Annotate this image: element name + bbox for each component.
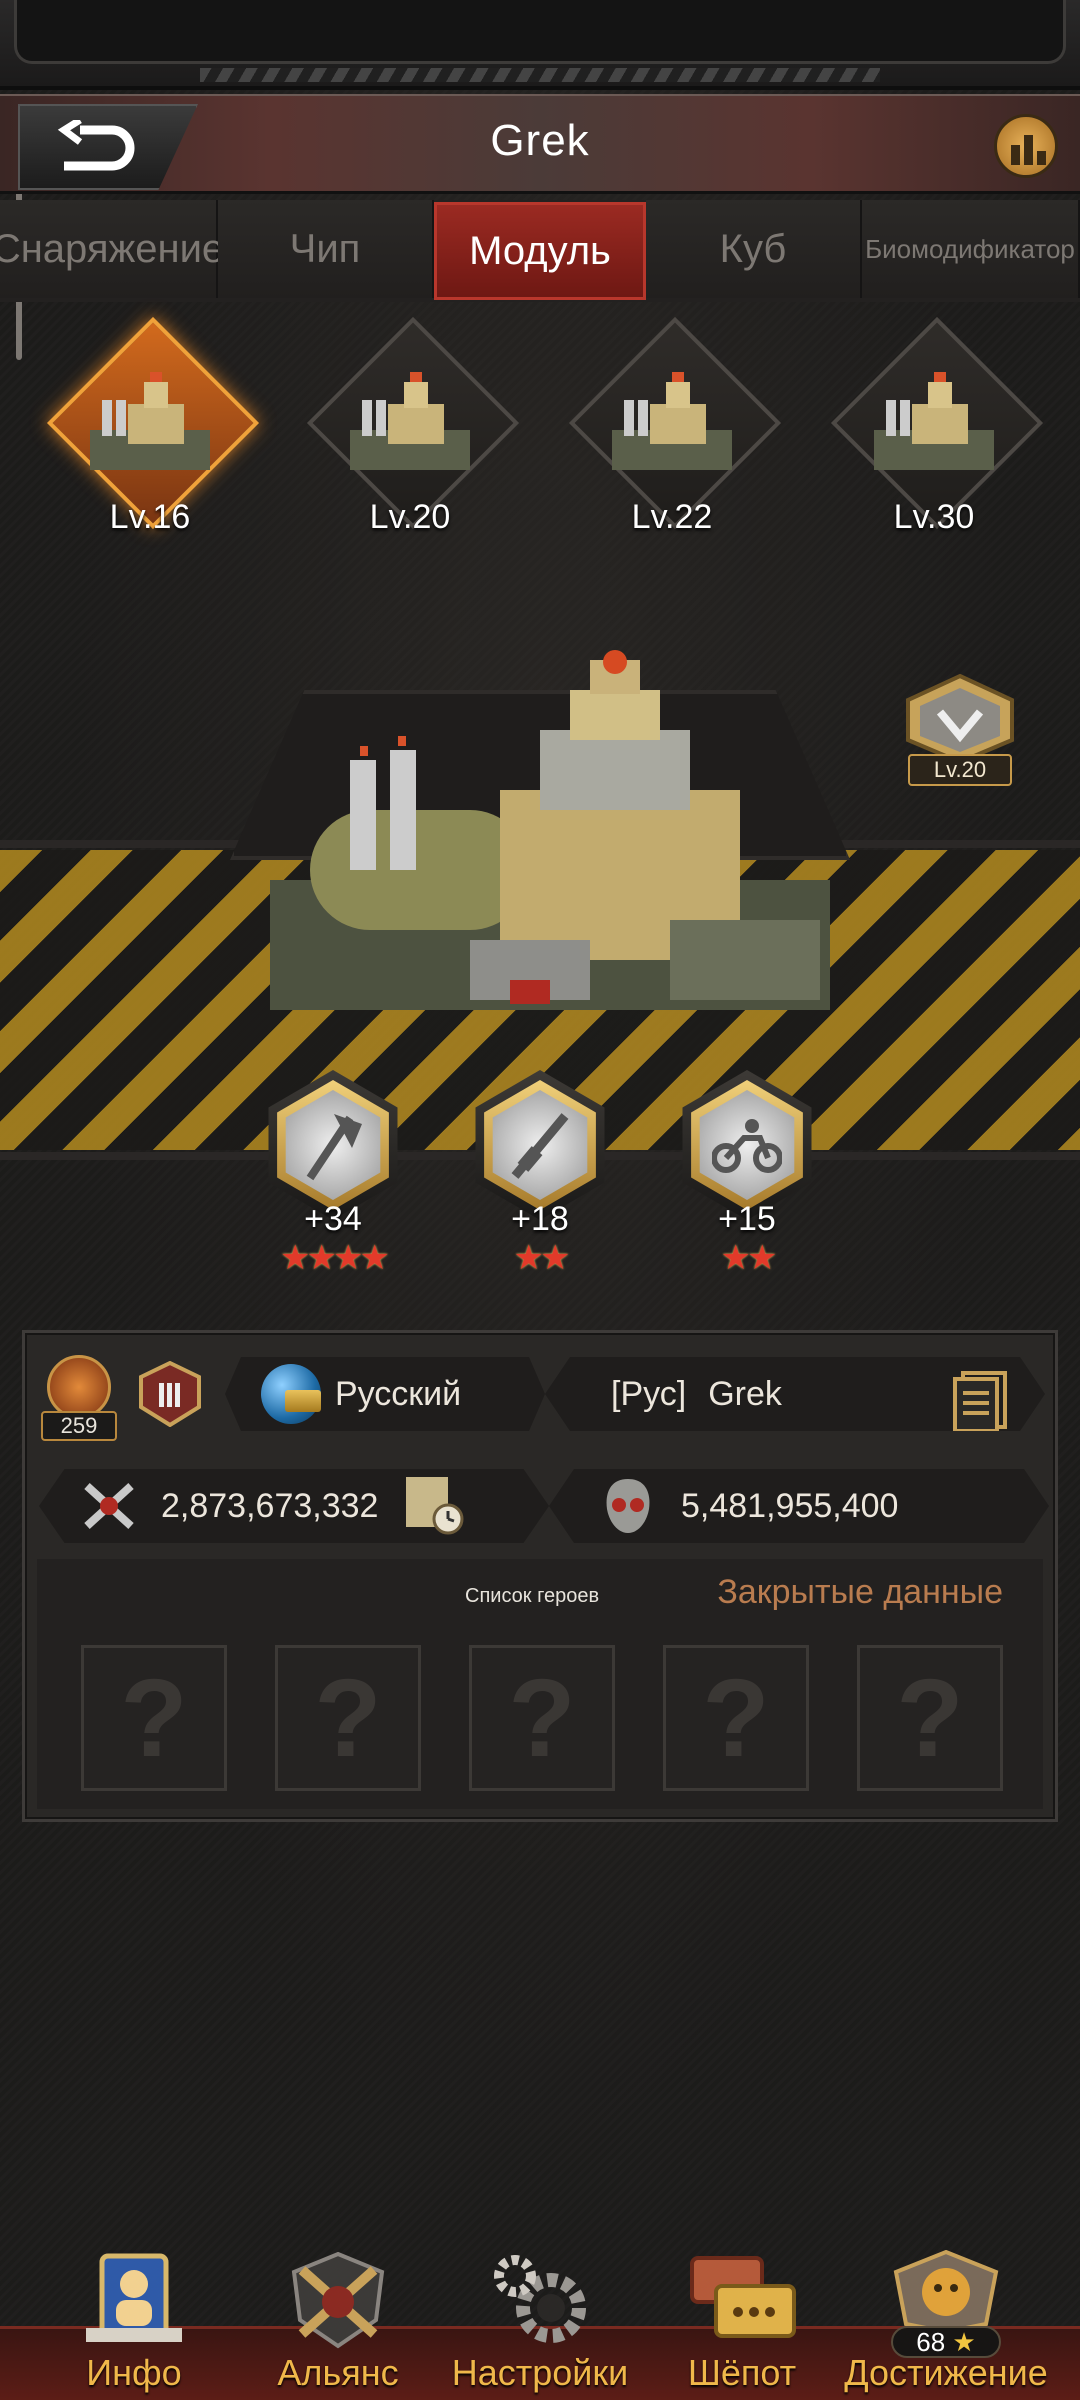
bar-chart-icon (1011, 135, 1046, 165)
module-item[interactable]: Lv.30 (824, 316, 1044, 560)
nav-achievement[interactable]: 68 ★ Достижение (838, 2250, 1054, 2400)
language-field[interactable]: Русский (225, 1357, 545, 1431)
module-level: Lv.22 (631, 498, 713, 536)
module-item[interactable]: Lv.20 (300, 316, 520, 560)
tab-chip[interactable]: Чип (218, 200, 434, 298)
header: Grek (0, 94, 1080, 194)
hero-slot: ? (275, 1645, 421, 1791)
nav-label: Инфо (86, 2352, 182, 2393)
factory-icon (90, 372, 210, 470)
nav-alliance[interactable]: Альянс (230, 2250, 446, 2400)
skill-bonus: +34 (304, 1200, 362, 1238)
top-frame (0, 0, 1080, 90)
player-name-field: [Рус] Grek (545, 1357, 1045, 1431)
module-level: Lv.20 (369, 498, 451, 536)
skill-item[interactable]: +18 ★★ (465, 1070, 615, 1277)
globe-icon (261, 1364, 321, 1424)
skill-stars: ★★ (720, 1239, 778, 1277)
nav-label: Альянс (277, 2352, 399, 2393)
skill-stars: ★★ (513, 1239, 571, 1277)
thumbs-up-icon (47, 1355, 111, 1419)
skill-list: +34 ★★★★ +18 ★★ +15 ★★ (0, 1070, 1080, 1290)
factory-icon (874, 372, 994, 470)
rifle-icon (511, 1113, 569, 1179)
likes-count: 259 (41, 1411, 117, 1441)
kills-field: 5,481,955,400 (549, 1469, 1049, 1543)
info-icon (86, 2253, 182, 2342)
hero-slot: ? (469, 1645, 615, 1791)
power-value: 2,873,673,332 (161, 1486, 379, 1525)
chat-icon (690, 2256, 796, 2338)
achievement-icon (893, 2250, 999, 2334)
module-item[interactable]: Lv.22 (562, 316, 782, 560)
player-name: Grek (708, 1374, 782, 1413)
notes-icon[interactable] (953, 1371, 1009, 1433)
kills-value: 5,481,955,400 (681, 1486, 899, 1525)
closed-data-label: Закрытые данные (717, 1573, 1003, 1611)
factory-icon (350, 372, 470, 470)
bottom-nav: Инфо Альянс Настройки Шёпот 68 ★ Достиже… (0, 2250, 1080, 2400)
nav-label: Настройки (451, 2352, 629, 2393)
module-item[interactable]: Lv.16 (40, 316, 260, 560)
tab-equipment[interactable]: Снаряжение (0, 200, 224, 298)
factory-building-image (270, 650, 830, 1010)
skill-bonus: +15 (718, 1200, 776, 1238)
module-level: Lv.16 (109, 498, 191, 536)
power-field: 2,873,673,332 (39, 1469, 549, 1543)
rank-shield-icon[interactable] (137, 1361, 203, 1427)
motorcycle-icon (712, 1119, 782, 1173)
skill-item[interactable]: +34 ★★★★ (258, 1070, 408, 1277)
rank-badge[interactable]: Lv.20 (900, 673, 1020, 794)
hero-slot: ? (81, 1645, 227, 1791)
alliance-tag: [Рус] (611, 1374, 687, 1413)
skill-item[interactable]: +15 ★★ (672, 1070, 822, 1277)
nav-label: Достижение (844, 2352, 1048, 2393)
gear-icon (494, 2255, 586, 2343)
language-label: Русский (335, 1374, 462, 1413)
rank-level: Lv.20 (908, 754, 1012, 786)
power-history-icon[interactable] (404, 1475, 466, 1537)
skill-bonus: +18 (511, 1200, 569, 1238)
skull-mask-icon (606, 1479, 650, 1533)
tab-bar: Снаряжение Чип Модуль Куб Биомодификатор (0, 200, 1080, 302)
stats-button[interactable] (994, 114, 1058, 178)
tab-cube[interactable]: Куб (646, 200, 862, 298)
hero-slot: ? (663, 1645, 809, 1791)
nav-info[interactable]: Инфо (26, 2250, 242, 2400)
nav-label: Шёпот (687, 2352, 797, 2393)
module-level: Lv.30 (893, 498, 975, 536)
profile-panel: 259 Русский [Рус] Grek 2,873,673,332 5,4… (22, 1330, 1058, 1822)
tab-biomodifier[interactable]: Биомодификатор (862, 200, 1080, 298)
module-list: Lv.16 Lv.20 Lv.22 Lv.30 (0, 316, 1080, 580)
rank-chevron-icon (906, 673, 1014, 765)
power-icon (84, 1483, 134, 1529)
hero-slot: ? (857, 1645, 1003, 1791)
tab-module[interactable]: Модуль (434, 202, 646, 300)
nav-whisper[interactable]: Шёпот (634, 2250, 850, 2400)
factory-icon (612, 372, 732, 470)
likes-badge[interactable]: 259 (41, 1355, 121, 1455)
axe-icon (306, 1114, 362, 1181)
nav-settings[interactable]: Настройки (432, 2250, 648, 2400)
skill-stars: ★★★★ (280, 1239, 390, 1277)
hero-list-label: Список героев (465, 1585, 600, 1607)
page-title: Grek (490, 116, 590, 165)
alliance-icon (291, 2251, 385, 2349)
